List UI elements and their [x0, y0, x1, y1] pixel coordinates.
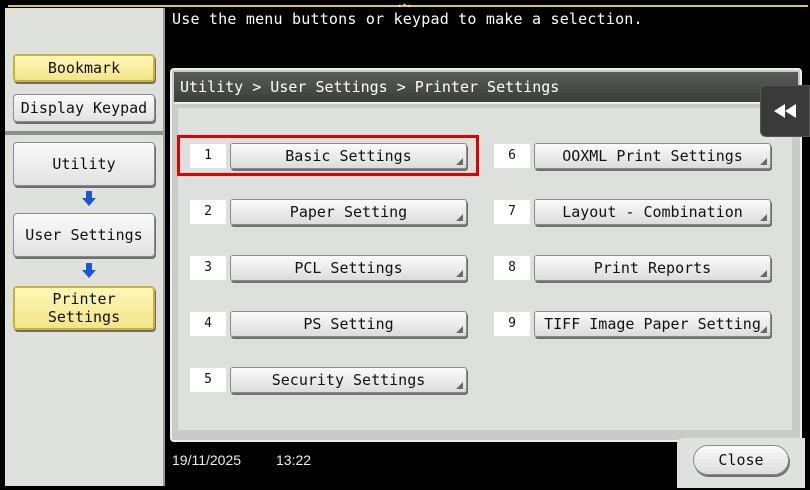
tiff-image-paper-setting-button[interactable]: TIFF Image Paper Setting	[534, 311, 771, 337]
option-number: 4	[190, 312, 226, 336]
screen: ◂•▸ Bookmark Display Keypad Utility User…	[0, 0, 810, 490]
option-label: Basic Settings	[285, 147, 412, 165]
option-number: 1	[190, 144, 226, 168]
corner-indicator-icon	[760, 270, 767, 277]
print-reports-button[interactable]: Print Reports	[534, 255, 771, 281]
sidebar-item-utility[interactable]: Utility	[13, 142, 155, 186]
display-keypad-button[interactable]: Display Keypad	[13, 94, 155, 122]
breadcrumb: Utility > User Settings > Printer Settin…	[174, 72, 798, 104]
option-number: 9	[494, 312, 530, 336]
corner-indicator-icon	[760, 214, 767, 221]
option-label: Paper Setting	[289, 203, 408, 221]
sidebar-divider	[5, 131, 163, 135]
layout-combination-button[interactable]: Layout - Combination	[534, 199, 771, 225]
corner-indicator-icon	[760, 326, 767, 333]
down-arrow-icon	[82, 191, 96, 206]
close-label: Close	[718, 451, 764, 469]
option-number: 6	[494, 144, 530, 168]
rewind-button[interactable]	[760, 85, 810, 137]
option-label: Layout - Combination	[562, 203, 743, 221]
close-area: Close	[677, 438, 805, 488]
sidebar-item-printer-settings[interactable]: Printer Settings	[13, 286, 155, 330]
paper-setting-button[interactable]: Paper Setting	[230, 199, 467, 225]
corner-indicator-icon	[760, 158, 767, 165]
option-label: Print Reports	[593, 259, 712, 277]
footer-date: 19/11/2025	[172, 452, 242, 468]
option-number: 2	[190, 200, 226, 224]
ooxml-print-settings-button[interactable]: OOXML Print Settings	[534, 143, 771, 169]
sidebar-item-user-settings[interactable]: User Settings	[13, 213, 155, 257]
corner-indicator-icon	[456, 158, 463, 165]
instruction-text: Use the menu buttons or keypad to make a…	[172, 10, 643, 28]
corner-indicator-icon	[456, 214, 463, 221]
option-number: 5	[190, 368, 226, 392]
bookmark-button[interactable]: Bookmark	[13, 54, 155, 82]
sidebar-item-label: User Settings	[25, 226, 143, 244]
basic-settings-button[interactable]: Basic Settings	[230, 143, 467, 169]
panel-handle-icon[interactable]: ◂•▸	[380, 2, 430, 10]
option-label: PS Setting	[303, 315, 394, 333]
footer-time: 13:22	[276, 452, 312, 468]
sidebar: Bookmark Display Keypad Utility User Set…	[5, 8, 165, 486]
option-label: OOXML Print Settings	[562, 147, 743, 165]
option-label: PCL Settings	[294, 259, 403, 277]
option-number: 7	[494, 200, 530, 224]
close-button[interactable]: Close	[693, 445, 789, 475]
security-settings-button[interactable]: Security Settings	[230, 367, 467, 393]
sidebar-item-label: Printer Settings	[47, 290, 121, 326]
option-number: 3	[190, 256, 226, 280]
down-arrow-icon	[82, 263, 96, 278]
pcl-settings-button[interactable]: PCL Settings	[230, 255, 467, 281]
rewind-icon	[774, 104, 796, 118]
corner-indicator-icon	[456, 382, 463, 389]
bookmark-label: Bookmark	[47, 59, 121, 77]
sidebar-item-label: Utility	[52, 155, 116, 173]
option-label: TIFF Image Paper Setting	[544, 315, 761, 333]
ps-setting-button[interactable]: PS Setting	[230, 311, 467, 337]
corner-indicator-icon	[456, 270, 463, 277]
display-keypad-label: Display Keypad	[20, 99, 148, 117]
corner-indicator-icon	[456, 326, 463, 333]
option-number: 8	[494, 256, 530, 280]
option-label: Security Settings	[271, 371, 426, 389]
